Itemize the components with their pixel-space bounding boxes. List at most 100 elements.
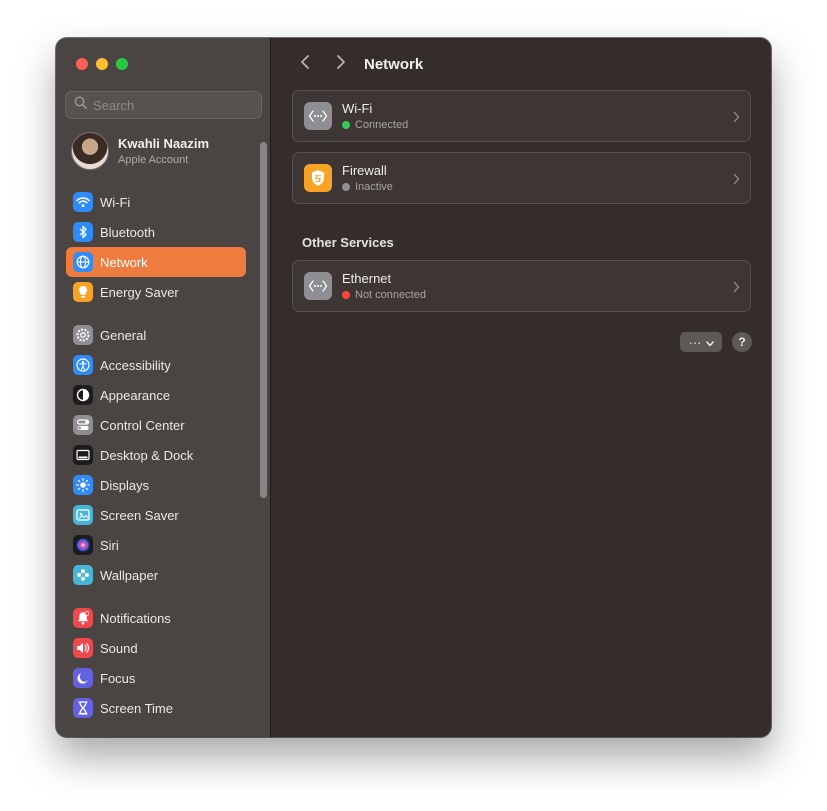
sidebar-item-label: Network <box>100 254 148 270</box>
sidebar-item-screen-time[interactable]: Screen Time <box>66 693 246 723</box>
sidebar-item-label: Siri <box>100 537 119 553</box>
service-name: Firewall <box>342 163 387 178</box>
minimize-button[interactable] <box>96 58 108 70</box>
sidebar-item-label: Screen Saver <box>100 507 179 523</box>
search-field[interactable] <box>65 91 262 119</box>
service-row-ethernet[interactable]: Ethernet Not connected <box>292 260 751 312</box>
status-text: Connected <box>355 119 409 131</box>
sidebar-item-accessibility[interactable]: Accessibility <box>66 350 246 380</box>
sidebar-item-wallpaper[interactable]: Wallpaper <box>66 560 246 590</box>
page-title: Network <box>364 55 424 73</box>
chevron-left-icon <box>300 54 310 75</box>
sidebar-item-bluetooth[interactable]: Bluetooth <box>66 217 246 247</box>
account-item[interactable]: Kwahli Naazim Apple Account <box>71 132 209 170</box>
service-status: Inactive <box>342 181 393 193</box>
moon-icon <box>73 668 93 688</box>
sidebar-scrollbar[interactable] <box>260 142 267 498</box>
section-heading-other-services: Other Services <box>302 235 394 250</box>
action-bar: ··· ? <box>680 332 752 352</box>
system-settings-window: Kwahli Naazim Apple Account Wi-Fi Bluetoo… <box>56 38 771 737</box>
sidebar-item-notifications[interactable]: Notifications <box>66 603 246 633</box>
service-row-firewall[interactable]: Firewall Inactive <box>292 152 751 204</box>
sidebar-item-label: Displays <box>100 477 150 493</box>
zoom-button[interactable] <box>116 58 128 70</box>
chevron-right-icon <box>733 280 740 298</box>
status-text: Inactive <box>355 181 393 193</box>
chevron-down-icon <box>705 335 714 350</box>
network-dots-icon <box>304 102 332 130</box>
firewall-shield-icon <box>304 164 332 192</box>
sidebar-item-sound[interactable]: Sound <box>66 633 246 663</box>
sidebar-item-label: Desktop & Dock <box>100 447 194 463</box>
avatar <box>71 132 109 170</box>
sidebar: Kwahli Naazim Apple Account Wi-Fi Bluetoo… <box>56 38 271 737</box>
sidebar-item-network[interactable]: Network <box>66 247 246 277</box>
wifi-icon <box>73 192 93 212</box>
sidebar-item-label: General <box>100 327 147 343</box>
sidebar-item-screen-saver[interactable]: Screen Saver <box>66 500 246 530</box>
accessibility-icon <box>73 355 93 375</box>
account-subtitle: Apple Account <box>118 154 189 166</box>
search-icon <box>74 96 87 114</box>
sidebar-nav: Wi-Fi Bluetooth Network Energy Saver General… <box>66 187 246 723</box>
lightbulb-icon <box>73 282 93 302</box>
service-status: Connected <box>342 119 408 131</box>
sidebar-item-control-center[interactable]: Control Center <box>66 410 246 440</box>
service-text: Firewall Inactive <box>342 163 393 193</box>
sidebar-item-label: Wallpaper <box>100 567 159 583</box>
screen-saver-icon <box>73 505 93 525</box>
status-dot <box>342 183 350 191</box>
network-dots-icon <box>304 272 332 300</box>
sidebar-item-label: Focus <box>100 670 136 686</box>
sidebar-item-desktop-dock[interactable]: Desktop & Dock <box>66 440 246 470</box>
sidebar-item-label: Control Center <box>100 417 185 433</box>
close-button[interactable] <box>76 58 88 70</box>
search-input[interactable] <box>93 97 253 113</box>
sidebar-item-displays[interactable]: Displays <box>66 470 246 500</box>
chevron-right-icon <box>733 172 740 190</box>
globe-icon <box>73 252 93 272</box>
status-text: Not connected <box>355 289 426 301</box>
sidebar-item-label: Wi-Fi <box>100 194 131 210</box>
sidebar-item-label: Appearance <box>100 387 171 403</box>
help-button[interactable]: ? <box>732 332 752 352</box>
sidebar-item-appearance[interactable]: Appearance <box>66 380 246 410</box>
toolbar: Network <box>292 52 423 76</box>
sidebar-item-label: Energy Saver <box>100 284 179 300</box>
main-content: Network Wi-Fi Connected Firewall Inactive O… <box>272 38 771 737</box>
sidebar-item-focus[interactable]: Focus <box>66 663 246 693</box>
control-center-icon <box>73 415 93 435</box>
account-name: Kwahli Naazim <box>118 136 210 151</box>
sidebar-item-general[interactable]: General <box>66 320 246 350</box>
status-dot <box>342 291 350 299</box>
appearance-icon <box>73 385 93 405</box>
sidebar-item-label: Bluetooth <box>100 224 155 240</box>
speaker-icon <box>73 638 93 658</box>
service-text: Wi-Fi Connected <box>342 101 408 131</box>
gear-icon <box>73 325 93 345</box>
more-actions-button[interactable]: ··· <box>680 332 722 352</box>
sidebar-item-label: Notifications <box>100 610 171 626</box>
forward-button[interactable] <box>328 52 354 76</box>
bluetooth-icon <box>73 222 93 242</box>
service-row-wi-fi[interactable]: Wi-Fi Connected <box>292 90 751 142</box>
sidebar-item-label: Accessibility <box>100 357 171 373</box>
back-button[interactable] <box>292 52 318 76</box>
status-dot <box>342 121 350 129</box>
sidebar-item-siri[interactable]: Siri <box>66 530 246 560</box>
hourglass-icon <box>73 698 93 718</box>
chevron-right-icon <box>336 54 346 75</box>
sun-icon <box>73 475 93 495</box>
more-label: ··· <box>688 334 702 350</box>
service-text: Ethernet Not connected <box>342 271 426 301</box>
sidebar-item-wi-fi[interactable]: Wi-Fi <box>66 187 246 217</box>
bell-icon <box>73 608 93 628</box>
chevron-right-icon <box>733 110 740 128</box>
wallpaper-icon <box>73 565 93 585</box>
siri-icon <box>73 535 93 555</box>
sidebar-item-energy-saver[interactable]: Energy Saver <box>66 277 246 307</box>
sidebar-item-label: Sound <box>100 640 138 656</box>
dock-icon <box>73 445 93 465</box>
